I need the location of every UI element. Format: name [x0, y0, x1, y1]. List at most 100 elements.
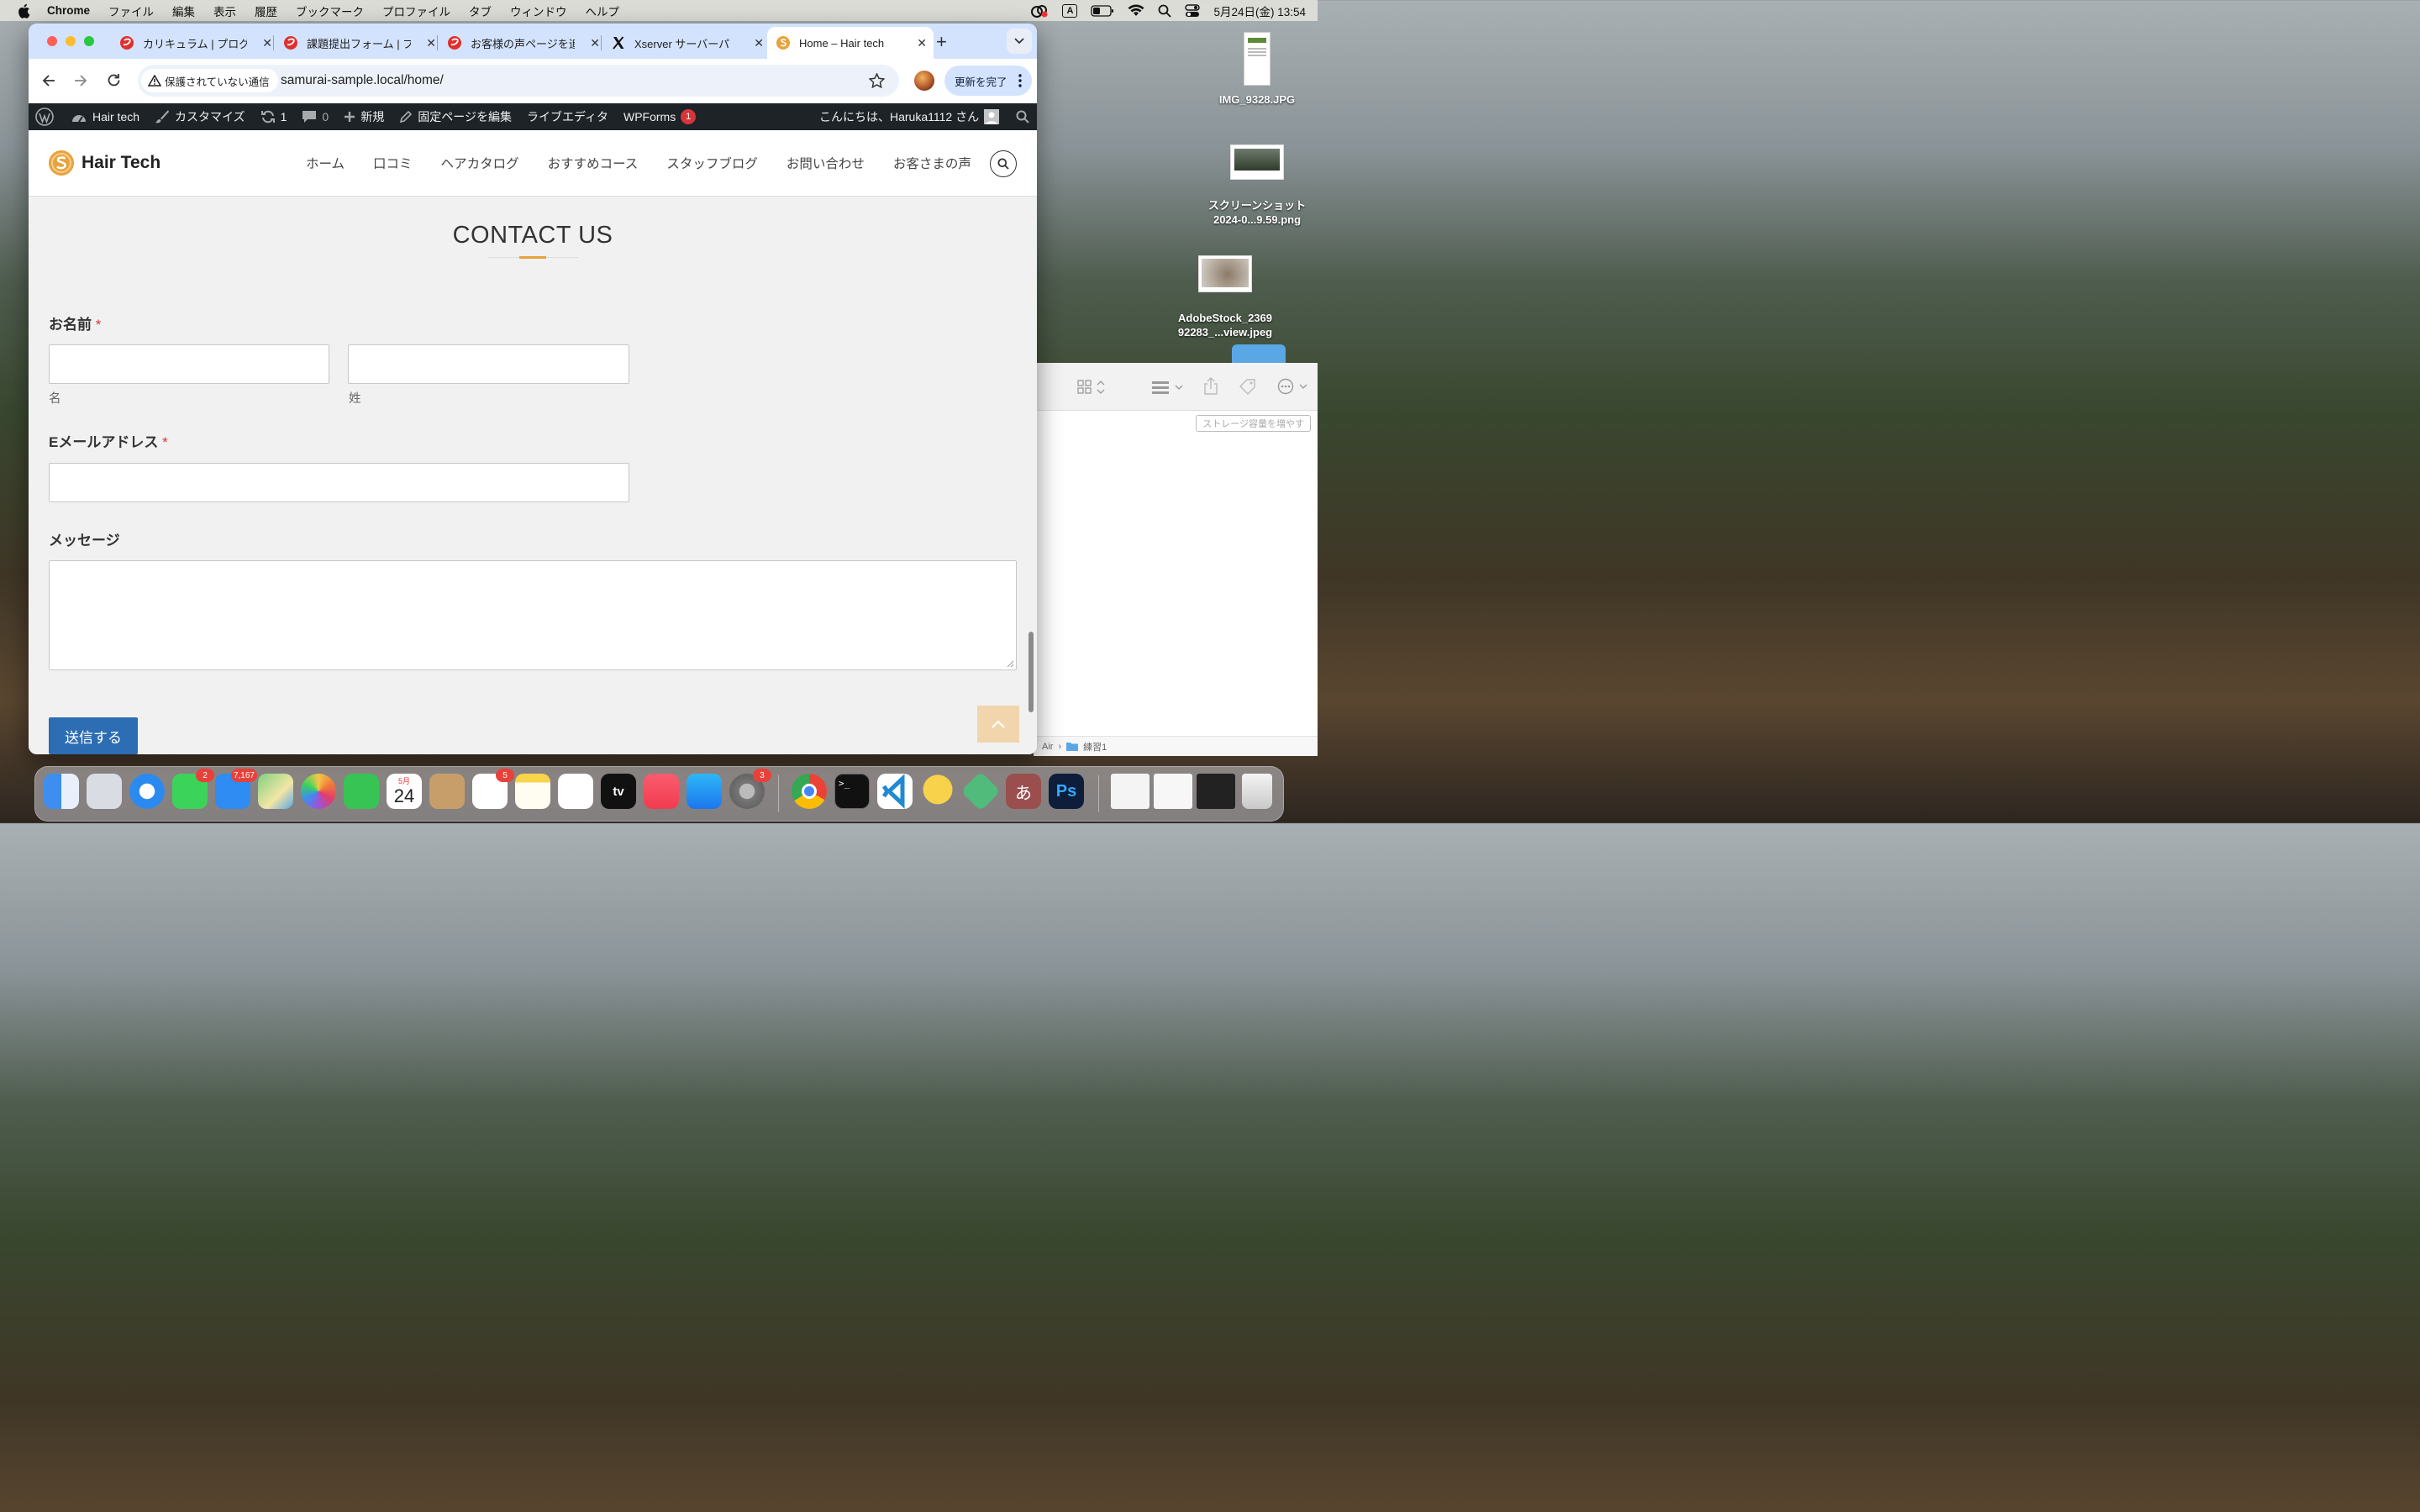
- desktop-file-screenshot[interactable]: スクリーンショット 2024-0...9.59.png: [1205, 144, 1309, 227]
- address-bar[interactable]: 保護されていない通信 samurai-sample.local/home/: [138, 65, 899, 97]
- view-grid-icon[interactable]: [1077, 380, 1107, 395]
- back-to-top-button[interactable]: [977, 706, 1019, 743]
- message-textarea[interactable]: [49, 560, 1017, 670]
- window-zoom-button[interactable]: [84, 36, 94, 46]
- wp-live-editor[interactable]: ライブエディタ: [527, 108, 608, 125]
- back-arrow-icon[interactable]: [42, 74, 55, 87]
- menu-tab[interactable]: タブ: [469, 3, 492, 19]
- app-store-app-icon[interactable]: [687, 774, 722, 809]
- tab-home-hair-tech[interactable]: Home – Hair tech ✕: [767, 27, 934, 59]
- maps-app-icon[interactable]: [258, 774, 293, 809]
- wp-wpforms[interactable]: WPForms 1: [623, 109, 697, 124]
- nav-hair-catalog[interactable]: ヘアカタログ: [441, 154, 519, 172]
- trash-icon[interactable]: [1242, 774, 1272, 809]
- nav-recommended-course[interactable]: おすすめコース: [548, 154, 639, 172]
- wordpress-logo-icon[interactable]: [35, 108, 54, 126]
- ime-app-icon[interactable]: あ: [1006, 774, 1041, 809]
- vscode-app-icon[interactable]: [877, 774, 913, 809]
- menu-help[interactable]: ヘルプ: [586, 3, 620, 19]
- group-icon[interactable]: [1151, 380, 1185, 395]
- menu-history[interactable]: 履歴: [255, 3, 277, 19]
- resize-handle-icon[interactable]: [1007, 660, 1014, 668]
- tab-close-icon[interactable]: ✕: [590, 36, 600, 50]
- creative-cloud-icon[interactable]: [1030, 4, 1049, 18]
- desktop-file-img[interactable]: IMG_9328.JPG: [1210, 32, 1304, 107]
- input-source-indicator[interactable]: A: [1062, 3, 1078, 18]
- page-scrollbar[interactable]: [1028, 632, 1034, 712]
- finder-app-icon[interactable]: [44, 774, 79, 809]
- site-search-button[interactable]: [990, 150, 1017, 177]
- spotlight-search-icon[interactable]: [1158, 4, 1172, 18]
- new-tab-button[interactable]: +: [936, 31, 947, 53]
- tab-close-icon[interactable]: ✕: [754, 36, 764, 50]
- messages-app-icon[interactable]: 2: [172, 769, 214, 809]
- wp-edit-page[interactable]: 固定ページを編集: [399, 108, 512, 125]
- notes-app-icon[interactable]: [515, 774, 550, 809]
- window-minimize-button[interactable]: [66, 36, 76, 46]
- site-logo[interactable]: Hair Tech: [48, 150, 160, 176]
- contacts-app-icon[interactable]: [429, 774, 465, 809]
- calendar-app-icon[interactable]: 5月 24: [387, 774, 422, 809]
- nav-contact[interactable]: お問い合わせ: [786, 154, 865, 172]
- wp-new[interactable]: 新規: [344, 108, 384, 125]
- storage-upgrade-button[interactable]: ストレージ容量を増やす: [1196, 415, 1311, 432]
- first-name-input[interactable]: [49, 344, 329, 384]
- control-center-icon[interactable]: [1185, 3, 1201, 18]
- nav-home[interactable]: ホーム: [306, 154, 345, 172]
- desktop-file-adobestock[interactable]: AdobeStock_2369 92283_...view.jpeg: [1171, 255, 1279, 339]
- nav-staff-blog[interactable]: スタッフブログ: [666, 154, 758, 172]
- menu-app-chrome[interactable]: Chrome: [47, 4, 90, 17]
- menu-profile[interactable]: プロファイル: [382, 3, 450, 19]
- wp-comments[interactable]: 0: [302, 110, 329, 123]
- terminal-app-icon[interactable]: >_: [834, 774, 870, 809]
- more-actions-icon[interactable]: [1277, 378, 1311, 395]
- local-app-icon[interactable]: [960, 771, 1001, 811]
- last-name-input[interactable]: [348, 344, 629, 384]
- photos-app-icon[interactable]: [301, 774, 336, 809]
- wp-customize[interactable]: カスタマイズ: [155, 108, 245, 125]
- update-button[interactable]: 更新を完了: [944, 66, 1032, 96]
- system-settings-app-icon[interactable]: 3: [729, 769, 771, 809]
- mail-app-icon[interactable]: 7,167: [215, 769, 257, 809]
- tab-search-button[interactable]: [1007, 29, 1032, 54]
- apple-tv-app-icon[interactable]: tv: [601, 774, 636, 809]
- tab-curriculum[interactable]: カリキュラム | プログ ✕: [111, 27, 279, 59]
- recent-window-thumbnail[interactable]: [1111, 774, 1150, 809]
- safari-app-icon[interactable]: [129, 774, 165, 809]
- apple-icon[interactable]: [17, 3, 35, 18]
- wp-search-icon[interactable]: [1016, 110, 1029, 123]
- cyberduck-app-icon[interactable]: [920, 774, 955, 809]
- path-segment-air[interactable]: Air: [1042, 742, 1053, 752]
- reload-icon[interactable]: [107, 73, 121, 87]
- wp-updates[interactable]: 1: [260, 109, 287, 124]
- tab-customer-voice[interactable]: お客様の声ページを追 ✕: [439, 27, 607, 59]
- menu-window[interactable]: ウィンドウ: [510, 3, 567, 19]
- recent-window-thumbnail[interactable]: [1154, 774, 1192, 809]
- nav-reviews[interactable]: 口コミ: [373, 154, 413, 172]
- profile-avatar[interactable]: [914, 71, 934, 91]
- tab-close-icon[interactable]: ✕: [917, 36, 927, 50]
- battery-icon[interactable]: [1091, 4, 1114, 17]
- reminders-app-icon[interactable]: 5: [472, 769, 514, 809]
- menu-view[interactable]: 表示: [213, 3, 236, 19]
- chrome-app-icon[interactable]: [792, 774, 827, 809]
- wp-site-name[interactable]: Hair tech: [71, 110, 139, 123]
- facetime-app-icon[interactable]: [344, 774, 379, 809]
- menu-edit[interactable]: 編集: [172, 3, 195, 19]
- nav-customer-voice[interactable]: お客さまの声: [893, 154, 971, 172]
- tag-icon[interactable]: [1239, 378, 1257, 395]
- tab-xserver[interactable]: Xserver サーバーパ ✕: [602, 27, 771, 59]
- photoshop-app-icon[interactable]: Ps: [1049, 774, 1084, 809]
- email-input[interactable]: [49, 463, 629, 502]
- tab-close-icon[interactable]: ✕: [426, 36, 436, 50]
- security-chip[interactable]: 保護されていない通信: [141, 69, 278, 92]
- window-close-button[interactable]: [47, 36, 57, 46]
- forward-arrow-icon[interactable]: [74, 74, 87, 87]
- recent-window-thumbnail[interactable]: [1197, 774, 1235, 809]
- menu-bookmarks[interactable]: ブックマーク: [296, 3, 364, 19]
- wp-greeting[interactable]: こんにちは、Haruka1112 さん: [819, 108, 1000, 125]
- url-text[interactable]: samurai-sample.local/home/: [281, 73, 444, 88]
- freeform-app-icon[interactable]: [558, 774, 593, 809]
- tab-assignment-form[interactable]: 課題提出フォーム | プ ✕: [275, 27, 443, 59]
- wifi-icon[interactable]: [1128, 4, 1144, 17]
